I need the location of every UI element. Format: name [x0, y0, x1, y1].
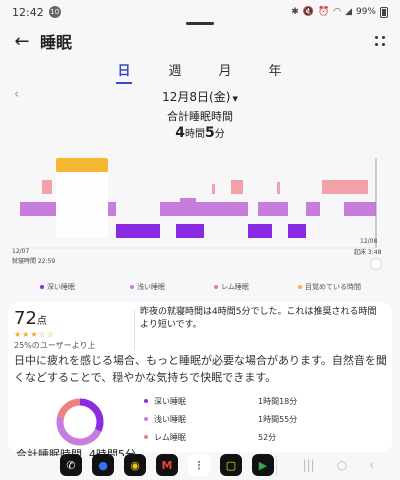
stage-row-rem: レム睡眠 52分 [144, 430, 344, 448]
play-store-app-icon[interactable]: ▶ [252, 454, 274, 476]
tab-day[interactable]: 日 [104, 60, 144, 84]
tab-week[interactable]: 週 [155, 60, 195, 79]
sleep-advice: 日中に疲れを感じる場合、もっと睡眠が必要な場合があります。自然音を聞くなどするこ… [14, 354, 387, 384]
signal-icon: ◢ [345, 7, 352, 17]
chart-end-label: 起床 3:48 [354, 249, 382, 256]
chart-legend: 深い睡眠 浅い睡眠 レム睡眠 目覚めている時間 [0, 280, 400, 294]
stage-breakdown-list: 深い睡眠 1時間18分 浅い睡眠 1時間55分 レム睡眠 52分 [144, 394, 344, 448]
back-button[interactable]: ← [12, 30, 32, 52]
home-icon[interactable]: ○ [337, 458, 347, 472]
legend-deep: 深い睡眠 [40, 282, 75, 292]
gmail-app-icon[interactable]: M [156, 454, 178, 476]
yellow-app-icon[interactable]: ▢ [220, 454, 242, 476]
app-grid-icon[interactable]: ⋮ [188, 454, 210, 476]
notification-count-badge: 10 [48, 6, 61, 18]
score-stars: ★★★☆☆ [14, 330, 55, 339]
tab-active-indicator [116, 82, 132, 84]
recents-icon[interactable]: ||| [303, 458, 315, 472]
bluetooth-icon: ✱ [291, 7, 299, 17]
sleep-score-card: 72点 ★★★☆☆ 25%のユーザーより上 昨夜の就寝時間は4時間5分でした。こ… [8, 302, 392, 456]
divider [134, 310, 135, 350]
sleep-stage-chart[interactable]: 12/07 就寝時間 22:59 12/08 起床 3:48 [0, 148, 400, 270]
nav-buttons: ||| ○ ‹ [303, 458, 374, 472]
score-percentile: 25%のユーザーより上 [14, 341, 96, 350]
stage-donut-chart [56, 398, 104, 446]
page-title: 睡眠 [40, 33, 73, 52]
tab-year[interactable]: 年 [255, 60, 295, 79]
chart-start-date: 12/07 [12, 248, 30, 255]
phone-app-icon[interactable]: ✆ [60, 454, 82, 476]
previous-date-button[interactable]: ‹ [14, 87, 19, 102]
chart-start-label: 就寝時間 22:59 [12, 258, 56, 265]
legend-rem: レム睡眠 [214, 282, 249, 292]
messages-app-icon[interactable]: ● [92, 454, 114, 476]
sleep-score: 72点 [14, 308, 47, 329]
battery-icon [380, 6, 388, 18]
date-navigator: ‹ 12月8日(金) ▼ [0, 86, 400, 106]
chart-end-date: 12/08 [360, 238, 378, 245]
nav-separator [276, 456, 277, 476]
status-bar: 12:42 10 ✱ 🔇 ⏰ ◠ ◢ 99% [0, 0, 400, 24]
total-sleep-value: 4時間5分 [175, 125, 225, 141]
stage-row-light: 浅い睡眠 1時間55分 [144, 412, 344, 430]
chart-scrubber-handle[interactable] [370, 258, 382, 270]
status-time: 12:42 [12, 5, 44, 19]
legend-light: 浅い睡眠 [130, 282, 165, 292]
back-nav-icon[interactable]: ‹ [369, 458, 374, 472]
back-arrow-icon: ← [14, 30, 30, 52]
stage-row-deep: 深い睡眠 1時間18分 [144, 394, 344, 412]
chrome-app-icon[interactable]: ◉ [124, 454, 146, 476]
hypnogram-svg [20, 158, 377, 249]
wifi-icon: ◠ [333, 7, 342, 17]
caret-down-icon: ▼ [232, 95, 238, 103]
period-tabs: 日 週 月 年 [0, 58, 400, 88]
more-options-button[interactable] [372, 33, 388, 49]
app-dock: ✆ ● ◉ M ⋮ ▢ ▶ [60, 454, 274, 476]
mute-icon: 🔇 [302, 7, 314, 17]
sleep-summary: 昨夜の就寝時間は4時間5分でした。これは推奨される時間より短いです。 [140, 307, 377, 330]
tab-month[interactable]: 月 [205, 60, 245, 79]
legend-awake: 目覚めている時間 [298, 282, 361, 292]
system-nav-bar: ✆ ● ◉ M ⋮ ▢ ▶ ||| ○ ‹ [0, 452, 400, 480]
date-selector[interactable]: 12月8日(金) ▼ [150, 88, 250, 105]
app-header: ← 睡眠 [0, 24, 400, 58]
battery-percent: 99% [355, 7, 376, 17]
alarm-icon: ⏰ [317, 7, 330, 17]
